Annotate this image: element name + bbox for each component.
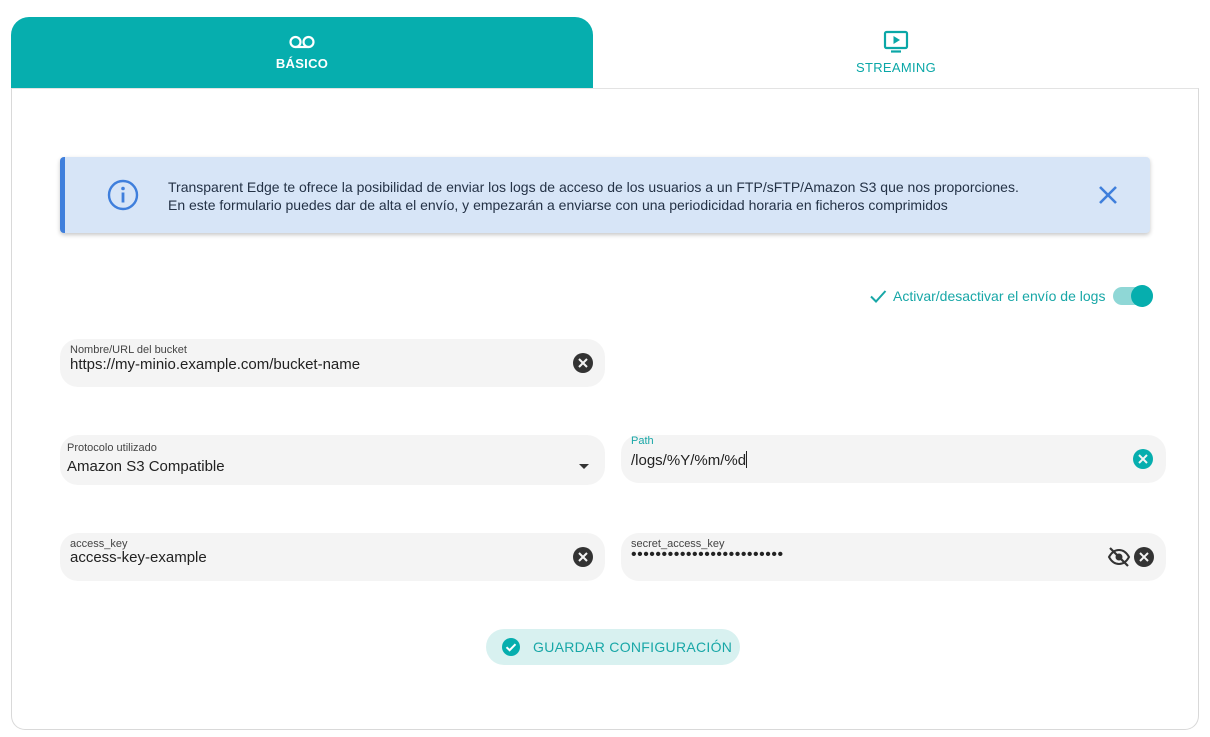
text-cursor [746,451,748,468]
logs-toggle-row: Activar/desactivar el envío de logs [868,284,1155,308]
path-input-wrap[interactable]: /logs/%Y/%m/%d [631,451,748,469]
logs-toggle-label: Activar/desactivar el envío de logs [893,288,1106,304]
close-icon[interactable] [1095,182,1121,208]
tab-bar: BÁSICO STREAMING [11,17,1199,89]
info-icon [107,179,139,211]
path-field[interactable]: Path /logs/%Y/%m/%d [621,435,1166,483]
logs-toggle-switch[interactable] [1113,285,1155,307]
secret-access-key-field[interactable]: secret_access_key ••••••••••••••••••••••… [621,533,1166,581]
save-config-button[interactable]: GUARDAR CONFIGURACIÓN [486,629,740,665]
protocol-select-label: Protocolo utilizado [67,442,157,454]
clear-icon[interactable] [1133,546,1155,568]
secret-access-key-input[interactable]: ••••••••••••••••••••••••• [631,546,784,564]
path-input[interactable]: /logs/%Y/%m/%d [631,452,746,469]
info-alert: Transparent Edge te ofrece la posibilida… [60,157,1150,233]
save-config-label: GUARDAR CONFIGURACIÓN [533,639,733,655]
protocol-select[interactable]: Protocolo utilizado Amazon S3 Compatible [60,435,605,485]
tab-basico[interactable]: BÁSICO [11,17,593,88]
alert-message: Transparent Edge te ofrece la posibilida… [168,178,1019,214]
access-key-field[interactable]: access_key access-key-example [60,533,605,581]
chevron-down-icon[interactable] [579,464,589,469]
bucket-field-label: Nombre/URL del bucket [70,344,187,356]
clear-icon[interactable] [572,546,594,568]
clear-icon[interactable] [572,352,594,374]
protocol-selected-value: Amazon S3 Compatible [67,458,225,475]
access-key-input[interactable]: access-key-example [70,549,207,566]
check-circle-icon [502,638,520,656]
bucket-input[interactable]: https://my-minio.example.com/bucket-name [70,356,360,373]
switch-thumb [1131,285,1154,307]
tab-basico-label: BÁSICO [275,56,329,71]
voicemail-icon [289,35,315,49]
tv-play-icon [883,30,909,53]
clear-icon[interactable] [1132,448,1154,470]
tab-streaming-label: STREAMING [856,60,936,75]
alert-line-2: En este formulario puedes dar de alta el… [168,197,948,213]
path-field-label: Path [631,435,654,447]
eye-off-icon[interactable] [1107,545,1131,569]
tab-streaming[interactable]: STREAMING [593,17,1199,88]
check-icon [870,290,887,303]
alert-line-1: Transparent Edge te ofrece la posibilida… [168,179,1019,195]
bucket-field[interactable]: Nombre/URL del bucket https://my-minio.e… [60,339,605,387]
